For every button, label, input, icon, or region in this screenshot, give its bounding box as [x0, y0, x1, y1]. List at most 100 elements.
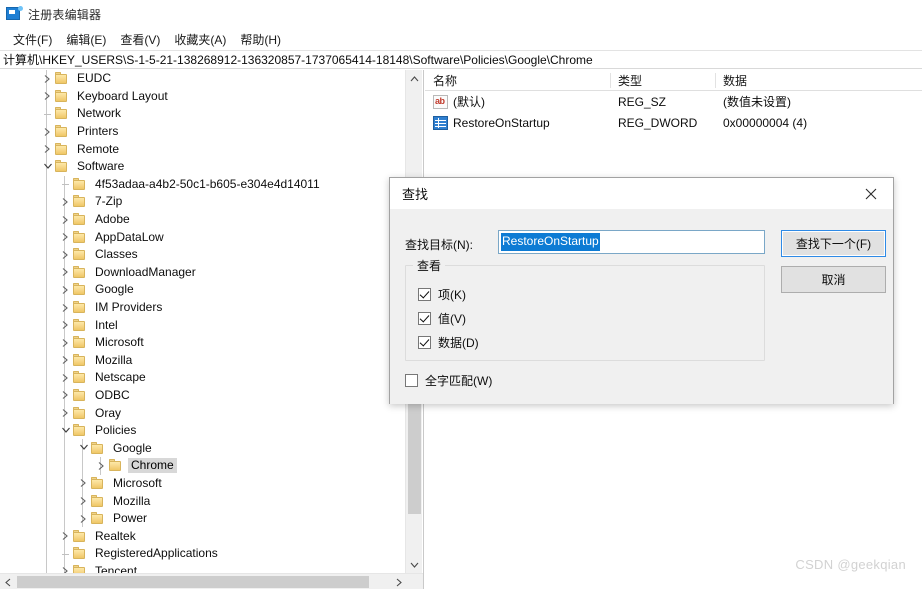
- tree-item-google[interactable]: Google: [0, 439, 406, 458]
- tree-hscrollbar-thumb[interactable]: [17, 576, 369, 588]
- chevron-right-icon[interactable]: [40, 141, 54, 157]
- checkbox-values-box[interactable]: [418, 312, 431, 325]
- menu-item-2[interactable]: 查看(V): [113, 30, 167, 50]
- tree-item-google[interactable]: Google: [0, 281, 406, 299]
- checkbox-keys[interactable]: 项(K): [418, 286, 466, 303]
- find-target-input[interactable]: RestoreOnStartup: [498, 230, 765, 254]
- chevron-down-icon[interactable]: [40, 159, 54, 175]
- tree-item-classes[interactable]: Classes: [0, 245, 406, 264]
- chevron-right-icon[interactable]: [58, 229, 72, 245]
- folder-icon: [90, 476, 105, 490]
- menu-item-1[interactable]: 编辑(E): [59, 30, 113, 50]
- checkbox-whole-word-box[interactable]: [405, 374, 418, 387]
- tree-item-chrome[interactable]: Chrome: [0, 457, 406, 475]
- chevron-right-icon[interactable]: [58, 212, 72, 228]
- chevron-right-icon[interactable]: [58, 335, 72, 351]
- chevron-right-icon[interactable]: [58, 528, 72, 544]
- value-type-cell: REG_DWORD: [618, 115, 698, 130]
- tree-item-odbc[interactable]: ODBC: [0, 386, 406, 405]
- tree-item-microsoft[interactable]: Microsoft: [0, 474, 406, 493]
- checkbox-data[interactable]: 数据(D): [418, 334, 479, 351]
- chevron-right-icon[interactable]: [58, 352, 72, 368]
- tree-item-im-providers[interactable]: IM Providers: [0, 298, 406, 317]
- tree-item-oray[interactable]: Oray: [0, 404, 406, 422]
- tree-item-mozilla[interactable]: Mozilla: [0, 351, 406, 370]
- tree-item-policies[interactable]: Policies: [0, 421, 406, 440]
- tree-item-7-zip[interactable]: 7-Zip: [0, 193, 406, 211]
- tree-item-remote[interactable]: Remote: [0, 140, 406, 158]
- menu-item-4[interactable]: 帮助(H): [233, 30, 288, 50]
- tree-item-realtek[interactable]: Realtek: [0, 527, 406, 546]
- column-header-type[interactable]: 类型: [610, 70, 715, 91]
- tree-item-printers[interactable]: Printers: [0, 122, 406, 141]
- chevron-right-icon[interactable]: [58, 247, 72, 263]
- checkbox-keys-box[interactable]: [418, 288, 431, 301]
- tree-item-downloadmanager[interactable]: DownloadManager: [0, 263, 406, 282]
- tree-horizontal-scrollbar[interactable]: [0, 573, 423, 589]
- value-row[interactable]: RestoreOnStartup REG_DWORD 0x00000004 (4): [425, 112, 922, 133]
- tree-item-network[interactable]: Network: [0, 105, 406, 123]
- chevron-down-icon[interactable]: [58, 423, 72, 439]
- chevron-right-icon[interactable]: [76, 511, 90, 527]
- scroll-right-arrow-icon[interactable]: [391, 574, 407, 589]
- find-next-button[interactable]: 查找下一个(F): [781, 230, 886, 257]
- checkbox-whole-word[interactable]: 全字匹配(W): [405, 372, 492, 389]
- address-bar[interactable]: 计算机\HKEY_USERS\S-1-5-21-138268912-136320…: [0, 50, 922, 69]
- folder-icon: [90, 494, 105, 508]
- chevron-right-icon[interactable]: [40, 124, 54, 140]
- checkbox-values[interactable]: 值(V): [418, 310, 466, 327]
- tree-item-mozilla[interactable]: Mozilla: [0, 492, 406, 510]
- tree-item-power[interactable]: Power: [0, 509, 406, 528]
- chevron-right-icon[interactable]: [76, 475, 90, 491]
- cancel-button[interactable]: 取消: [781, 266, 886, 293]
- tree-item-label: Policies: [95, 423, 137, 438]
- column-header-name[interactable]: 名称: [425, 70, 610, 91]
- chevron-right-icon[interactable]: [58, 300, 72, 316]
- checkbox-data-box[interactable]: [418, 336, 431, 349]
- chevron-right-icon[interactable]: [58, 282, 72, 298]
- value-row[interactable]: (默认) REG_SZ (数值未设置): [425, 91, 922, 112]
- chevron-right-icon[interactable]: [58, 387, 72, 403]
- tree-item-tencent[interactable]: Tencent: [0, 562, 406, 573]
- chevron-down-icon[interactable]: [76, 440, 90, 456]
- chevron-right-icon[interactable]: [40, 71, 54, 87]
- tree-item-eudc[interactable]: EUDC: [0, 70, 406, 88]
- column-header-data[interactable]: 数据: [715, 70, 922, 91]
- scroll-down-arrow-icon[interactable]: [406, 556, 423, 573]
- tree-item-keyboard-layout[interactable]: Keyboard Layout: [0, 87, 406, 106]
- chevron-right-icon[interactable]: [58, 370, 72, 386]
- chevron-right-icon[interactable]: [58, 405, 72, 421]
- scroll-up-arrow-icon[interactable]: [406, 70, 423, 87]
- menu-item-0[interactable]: 文件(F): [6, 30, 59, 50]
- chevron-right-icon[interactable]: [58, 194, 72, 210]
- chevron-right-icon[interactable]: [40, 88, 54, 104]
- tree-item-microsoft[interactable]: Microsoft: [0, 333, 406, 352]
- value-name-cell: RestoreOnStartup: [425, 115, 610, 130]
- folder-icon: [72, 424, 87, 437]
- tree-guide-line: [82, 457, 83, 475]
- tree-guide-line: [46, 457, 47, 475]
- dword-value-icon: [433, 115, 448, 130]
- address-path: 计算机\HKEY_USERS\S-1-5-21-138268912-136320…: [3, 53, 593, 67]
- chevron-right-icon[interactable]: [94, 458, 108, 474]
- menu-item-3[interactable]: 收藏夹(A): [167, 30, 233, 50]
- scroll-left-arrow-icon[interactable]: [0, 574, 16, 589]
- tree-item-label: Google: [95, 282, 134, 297]
- tree-item-appdatalow[interactable]: AppDataLow: [0, 228, 406, 246]
- tree-item-software[interactable]: Software: [0, 157, 406, 176]
- tree-item-adobe[interactable]: Adobe: [0, 210, 406, 229]
- chevron-right-icon[interactable]: [58, 317, 72, 333]
- tree-item-label: Tencent: [95, 563, 138, 573]
- tree-item-label: Oray: [95, 405, 122, 420]
- chevron-right-icon[interactable]: [76, 493, 90, 509]
- chevron-right-icon[interactable]: [58, 264, 72, 280]
- tree-item-registeredapplications[interactable]: RegisteredApplications: [0, 545, 406, 563]
- tree-item-netscape[interactable]: Netscape: [0, 369, 406, 387]
- tree-item-intel[interactable]: Intel: [0, 316, 406, 334]
- close-icon[interactable]: [849, 178, 893, 209]
- tree-item-4f53adaa-a4b2-50c1-b605-e304e4d14011[interactable]: 4f53adaa-a4b2-50c1-b605-e304e4d14011: [0, 175, 406, 194]
- tree-guide-line: [46, 421, 47, 440]
- folder-icon: [72, 177, 87, 191]
- chevron-right-icon[interactable]: [58, 563, 72, 573]
- folder-icon: [54, 107, 69, 120]
